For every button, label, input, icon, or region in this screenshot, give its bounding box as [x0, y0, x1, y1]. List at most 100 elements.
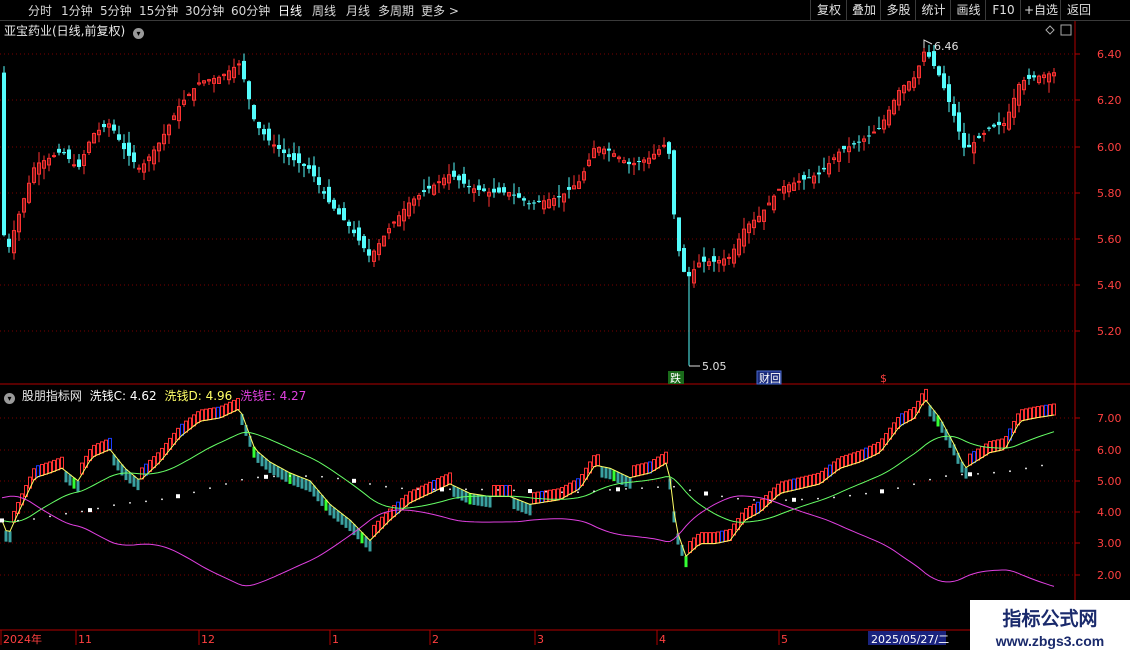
candle-body — [517, 193, 521, 198]
indicator-dot — [273, 475, 275, 478]
toolbar-button-6[interactable]: +自选 — [1020, 0, 1061, 20]
candle — [877, 116, 881, 130]
indicator-bar — [488, 496, 492, 508]
period-tab-0[interactable]: 分时 — [28, 2, 52, 19]
candle — [607, 142, 611, 162]
indicator-bar — [968, 453, 972, 466]
indicator-bar — [1048, 404, 1052, 417]
toolbar-button-2[interactable]: 多股 — [880, 0, 916, 20]
candle — [642, 157, 646, 172]
indicator-tick-label: 6.00 — [1097, 444, 1122, 457]
candle-body — [132, 152, 136, 163]
indicator-bar — [296, 476, 300, 488]
period-tab-8[interactable]: 月线 — [346, 2, 370, 19]
candle — [107, 118, 111, 137]
indicator-bar — [472, 493, 476, 505]
candle — [157, 142, 161, 163]
candle — [277, 134, 281, 157]
candle-body — [687, 271, 691, 277]
candle — [567, 177, 571, 199]
chart-canvas[interactable]: 6.40 6.20 6.00 5.80 5.60 5.40 5.20 7.00 6.00 5.00… — [0, 0, 1130, 650]
candle-body — [672, 150, 676, 215]
candle-body — [492, 188, 496, 193]
indicator-bar — [972, 451, 976, 464]
diamond-icon — [1045, 25, 1055, 35]
candle-body — [127, 142, 131, 156]
candle — [42, 155, 46, 180]
period-tab-7[interactable]: 周线 — [312, 2, 336, 19]
indicator-bar — [628, 477, 632, 489]
candle — [712, 248, 716, 272]
indicator-dot — [513, 489, 515, 492]
period-tab-5[interactable]: 60分钟 — [231, 2, 270, 19]
candle-body — [677, 217, 681, 252]
indicator-bar — [1028, 407, 1032, 420]
indicator-bar — [272, 464, 276, 476]
indicator-bar — [344, 516, 348, 528]
indicator-bar — [516, 499, 520, 511]
period-tab-4[interactable]: 30分钟 — [185, 2, 224, 19]
indicator-bar — [708, 532, 712, 545]
candle — [797, 173, 801, 191]
indicator-bar — [8, 531, 12, 543]
indicator-bar — [800, 476, 804, 489]
indicator-bar — [832, 461, 836, 474]
indicator-bar — [96, 443, 100, 456]
candle — [182, 90, 186, 108]
candle — [822, 157, 826, 173]
candle-body — [347, 221, 351, 226]
indicator-dot — [449, 488, 451, 491]
x-axis-label: 2024年 — [3, 632, 42, 646]
chevron-down-icon[interactable]: ▾ — [133, 28, 145, 39]
candle — [417, 192, 421, 207]
candle — [937, 65, 941, 77]
candle — [572, 175, 576, 190]
candle-body — [667, 142, 671, 154]
indicator-bar — [852, 452, 856, 465]
candle — [27, 175, 31, 205]
candle-body — [802, 175, 806, 180]
indicator-bar — [500, 485, 504, 498]
toolbar-button-5[interactable]: F10 — [985, 0, 1021, 20]
chevron-down-icon[interactable]: ▾ — [4, 393, 15, 404]
indicator-c-label: 洗钱C: 4.62 — [89, 389, 157, 403]
indicator-bar — [444, 474, 448, 487]
period-tab-9[interactable]: 多周期 — [378, 2, 414, 19]
indicator-square — [528, 489, 532, 494]
indicator-bar — [864, 447, 868, 460]
period-tab-2[interactable]: 5分钟 — [100, 2, 132, 19]
toolbar-button-3[interactable]: 统计 — [915, 0, 951, 20]
period-tab-1[interactable]: 1分钟 — [61, 2, 93, 19]
candle — [537, 195, 541, 204]
stock-title: 亚宝药业(日线,前复权) — [4, 24, 126, 38]
candle — [12, 220, 16, 260]
candle — [827, 155, 831, 178]
candle — [202, 80, 206, 87]
candle — [367, 238, 371, 263]
candle — [592, 140, 596, 159]
toolbar-button-1[interactable]: 叠加 — [846, 0, 881, 20]
candle — [507, 191, 511, 201]
candle — [792, 177, 796, 191]
indicator-bar — [368, 540, 372, 552]
toolbar-button-4[interactable]: 画线 — [950, 0, 986, 20]
indicator-bar — [212, 407, 216, 420]
candle-body — [527, 203, 531, 205]
indicator-bar — [616, 472, 620, 483]
candle — [267, 122, 271, 146]
candle-body — [567, 187, 571, 190]
indicator-dot — [17, 519, 19, 522]
indicator-bar — [524, 502, 528, 514]
indicator-bar — [268, 461, 272, 473]
toolbar-button-7[interactable]: 返回 — [1060, 0, 1097, 20]
indicator-dot — [833, 496, 835, 499]
candle — [462, 166, 466, 188]
period-tab-10[interactable]: 更多 > — [421, 2, 459, 19]
indicator-bar — [1044, 404, 1048, 417]
indicator-bar — [460, 489, 464, 501]
toolbar-button-0[interactable]: 复权 — [810, 0, 847, 20]
candle — [292, 142, 296, 167]
period-tab-6[interactable]: 日线 — [278, 2, 302, 19]
period-tab-3[interactable]: 15分钟 — [139, 2, 178, 19]
candle-body — [332, 199, 336, 209]
